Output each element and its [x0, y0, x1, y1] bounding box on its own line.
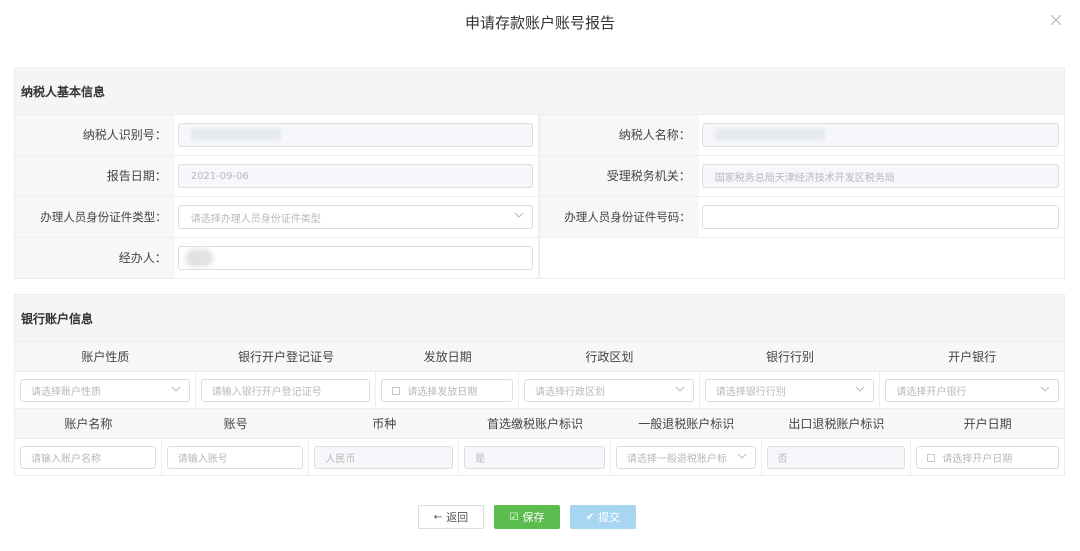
bank-header-row-2: 账户名称 账号 币种 首选缴税账户标识 一般退税账户标识 出口退税账户标识 开户… — [15, 408, 1064, 438]
tax-office-label: 受理税务机关： — [539, 156, 699, 196]
edit-icon: ☑ — [509, 511, 519, 523]
col-header: 币种 — [372, 417, 397, 431]
tax-row-date: 报告日期： 2021-09-06 受理税务机关： 国家税务总局天津经济技术开发区… — [15, 155, 1064, 196]
chevron-down-icon — [171, 386, 181, 392]
placeholder: 请选择开户日期 — [942, 454, 1013, 465]
currency-field: 人民币 — [314, 446, 454, 469]
taxpayer-id-field — [177, 123, 533, 147]
placeholder: 请选择账户性质 — [31, 387, 101, 398]
placeholder: 请选择银行行别 — [715, 387, 786, 398]
general-refund-select[interactable]: 请选择一般退税账户标 — [615, 446, 756, 469]
placeholder: 请选择发放日期 — [407, 387, 478, 398]
submit-button[interactable]: ✔ 提交 — [570, 505, 636, 529]
col-header: 账号 — [223, 417, 248, 431]
placeholder: 请输入银行开户登记证号 — [211, 387, 322, 398]
chevron-down-icon — [514, 212, 524, 218]
col-header: 银行开户登记证号 — [237, 350, 334, 364]
report-date-field: 2021-09-06 — [177, 164, 533, 188]
col-header: 行政区划 — [585, 350, 634, 364]
taxpayer-section-title: 纳税人基本信息 — [15, 68, 1064, 114]
chevron-down-icon — [1040, 386, 1050, 392]
save-button[interactable]: ☑ 保存 — [494, 505, 560, 529]
handler-label: 经办人： — [15, 238, 175, 278]
tax-office-field: 国家税务总局天津经济技术开发区税务局 — [701, 164, 1059, 188]
calendar-icon — [927, 453, 936, 462]
bank-input-row-1: 请选择账户性质 请输入银行开户登记证号 请选择发放日期 请选择行政区划 请选择银… — [15, 371, 1064, 408]
chevron-down-icon — [737, 453, 746, 459]
id-number-label: 办理人员身份证件号码： — [539, 197, 699, 237]
redacted-value — [190, 129, 281, 141]
save-label: 保存 — [522, 511, 545, 524]
redacted-value — [714, 129, 825, 141]
id-type-select[interactable]: 请选择办理人员身份证件类型 — [177, 205, 533, 229]
account-no-input[interactable]: 请输入账号 — [166, 446, 304, 469]
taxpayer-section: 纳税人基本信息 纳税人识别号： 纳税人名称： 报告日期： 2021-09-06 … — [14, 67, 1065, 279]
region-select[interactable]: 请选择行政区划 — [524, 379, 694, 402]
redacted-value — [184, 249, 213, 267]
calendar-icon — [392, 386, 401, 395]
col-header: 一般退税账户标识 — [638, 417, 735, 431]
bank-section: 银行账户信息 账户性质 银行开户登记证号 发放日期 行政区划 银行行别 开户银行… — [14, 294, 1065, 476]
id-type-placeholder: 请选择办理人员身份证件类型 — [190, 213, 321, 225]
placeholder: 请选择一般退税账户标 — [626, 454, 727, 465]
close-icon[interactable] — [1048, 12, 1064, 28]
tax-row-idtype: 办理人员身份证件类型： 请选择办理人员身份证件类型 办理人员身份证件号码： — [15, 196, 1064, 237]
back-button[interactable]: ← 返回 — [418, 505, 484, 529]
placeholder: 请选择开户银行 — [896, 387, 967, 398]
col-header: 开户银行 — [948, 350, 997, 364]
col-header: 银行行别 — [766, 350, 815, 364]
account-name-input[interactable]: 请输入账户名称 — [20, 446, 156, 469]
col-header: 账户性质 — [81, 350, 130, 364]
placeholder: 请输入账号 — [177, 454, 228, 465]
col-header: 首选缴税账户标识 — [487, 417, 584, 431]
report-date-label: 报告日期： — [15, 156, 175, 196]
taxpayer-id-label: 纳税人识别号： — [15, 115, 175, 155]
placeholder: 请选择行政区划 — [535, 387, 606, 398]
issue-date-picker[interactable]: 请选择发放日期 — [381, 379, 514, 402]
submit-label: 提交 — [598, 511, 621, 524]
col-header: 发放日期 — [423, 350, 472, 364]
col-header: 开户日期 — [963, 417, 1012, 431]
chevron-down-icon — [856, 386, 865, 392]
taxpayer-name-label: 纳税人名称： — [539, 115, 699, 155]
tax-row-handler: 经办人： — [15, 237, 1064, 278]
bank-header-row-1: 账户性质 银行开户登记证号 发放日期 行政区划 银行行别 开户银行 — [15, 341, 1064, 371]
id-type-label: 办理人员身份证件类型： — [15, 197, 175, 237]
chevron-down-icon — [675, 386, 685, 392]
dialog-title: 申请存款账户账号报告 — [464, 14, 615, 32]
bank-input-row-2: 请输入账户名称 请输入账号 人民币 是 请选择一般退税账户标 否 请选择开户日期 — [15, 438, 1064, 475]
bank-type-select[interactable]: 请选择银行行别 — [704, 379, 875, 402]
taxpayer-name-field — [701, 123, 1059, 147]
placeholder: 请输入账户名称 — [31, 454, 101, 465]
col-header: 出口退税账户标识 — [788, 417, 885, 431]
account-nature-select[interactable]: 请选择账户性质 — [20, 379, 190, 402]
preferred-account-field: 是 — [464, 446, 605, 469]
reg-no-input[interactable]: 请输入银行开户登记证号 — [200, 379, 371, 402]
action-bar: ← 返回 ☑ 保存 ✔ 提交 — [0, 505, 1080, 529]
export-refund-field: 否 — [766, 446, 906, 469]
open-date-picker[interactable]: 请选择开户日期 — [916, 446, 1059, 469]
tax-row-id: 纳税人识别号： 纳税人名称： — [15, 114, 1064, 155]
bank-section-title: 银行账户信息 — [15, 295, 1064, 341]
open-bank-select[interactable]: 请选择开户银行 — [885, 379, 1059, 402]
col-header: 账户名称 — [64, 417, 113, 431]
id-number-input[interactable] — [701, 205, 1059, 229]
check-circle-icon: ✔ — [585, 511, 595, 523]
arrow-left-icon: ← — [433, 511, 443, 523]
handler-input[interactable] — [177, 246, 533, 270]
back-label: 返回 — [446, 511, 469, 524]
